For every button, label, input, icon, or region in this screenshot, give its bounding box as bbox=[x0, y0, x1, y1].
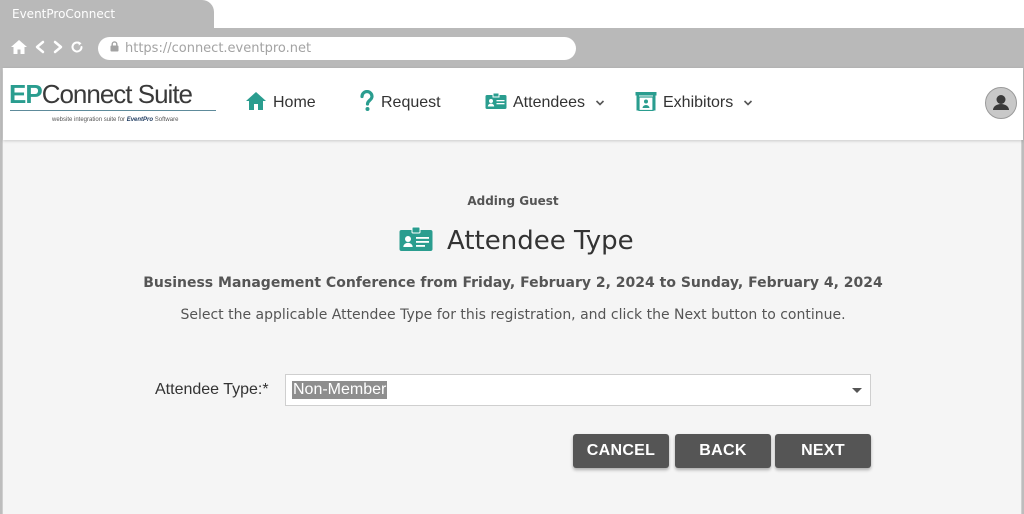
logo-wordmark: EPConnect Suite bbox=[9, 80, 219, 108]
badge-icon bbox=[485, 92, 507, 115]
event-description: Business Management Conference from Frid… bbox=[143, 275, 883, 291]
browser-back-icon[interactable] bbox=[34, 40, 46, 54]
cancel-button[interactable]: CANCEL bbox=[573, 434, 669, 468]
next-button[interactable]: NEXT bbox=[775, 434, 871, 468]
question-icon bbox=[359, 89, 375, 117]
page-title: Attendee Type bbox=[447, 226, 634, 256]
address-url: https://connect.eventpro.net bbox=[125, 41, 312, 56]
nav-home[interactable]: Home bbox=[245, 90, 316, 116]
page-title-row: Attendee Type bbox=[399, 226, 634, 256]
chevron-down-icon bbox=[743, 94, 753, 112]
logo-ep: EP bbox=[9, 79, 43, 109]
attendee-type-select[interactable]: Non-Member bbox=[285, 374, 871, 406]
dropdown-caret-icon bbox=[852, 388, 862, 393]
nav-home-label: Home bbox=[273, 94, 316, 111]
browser-forward-icon[interactable] bbox=[52, 40, 64, 54]
browser-toolbar: https://connect.eventpro.net bbox=[0, 28, 1024, 68]
browser-tabbar: EventProConnect bbox=[0, 0, 1024, 30]
browser-home-icon[interactable] bbox=[10, 39, 28, 55]
nav-request[interactable]: Request bbox=[359, 89, 441, 117]
app-window: EPConnect Suite website integration suit… bbox=[2, 68, 1023, 514]
browser-nav-controls bbox=[10, 39, 84, 55]
browser-reload-icon[interactable] bbox=[70, 40, 84, 54]
logo-tagline-suffix: Software bbox=[154, 117, 179, 123]
attendee-type-label: Attendee Type:* bbox=[155, 381, 269, 398]
booth-icon bbox=[635, 91, 657, 116]
nav-attendees[interactable]: Attendees bbox=[485, 90, 605, 116]
nav-exhibitors[interactable]: Exhibitors bbox=[635, 90, 753, 116]
back-button[interactable]: BACK bbox=[675, 434, 771, 468]
browser-tab-title: EventProConnect bbox=[12, 7, 116, 21]
nav-request-label: Request bbox=[381, 94, 441, 111]
logo-divider bbox=[10, 110, 216, 111]
browser-tab[interactable]: EventProConnect bbox=[0, 0, 214, 30]
user-avatar[interactable] bbox=[985, 87, 1017, 119]
attendee-type-selected-value: Non-Member bbox=[292, 381, 388, 399]
address-bar[interactable]: https://connect.eventpro.net bbox=[98, 37, 576, 60]
logo-tagline-prefix: website integration suite for bbox=[52, 117, 126, 123]
logo-tagline: website integration suite for EventPro S… bbox=[52, 117, 178, 123]
page-subtitle: Adding Guest bbox=[467, 194, 559, 208]
ep-connect-suite-logo[interactable]: EPConnect Suite website integration suit… bbox=[9, 80, 219, 130]
chevron-down-icon bbox=[595, 94, 605, 112]
lock-icon bbox=[110, 41, 119, 56]
attendee-badge-icon bbox=[399, 226, 433, 256]
logo-tagline-brand: EventPro bbox=[126, 117, 154, 123]
logo-connect-suite: Connect Suite bbox=[41, 79, 193, 109]
instructions-text: Select the applicable Attendee Type for … bbox=[180, 307, 846, 323]
nav-attendees-label: Attendees bbox=[513, 94, 586, 111]
nav-exhibitors-label: Exhibitors bbox=[663, 94, 734, 111]
user-icon bbox=[993, 95, 1009, 110]
app-header: EPConnect Suite website integration suit… bbox=[3, 68, 1023, 140]
home-icon bbox=[245, 91, 267, 116]
